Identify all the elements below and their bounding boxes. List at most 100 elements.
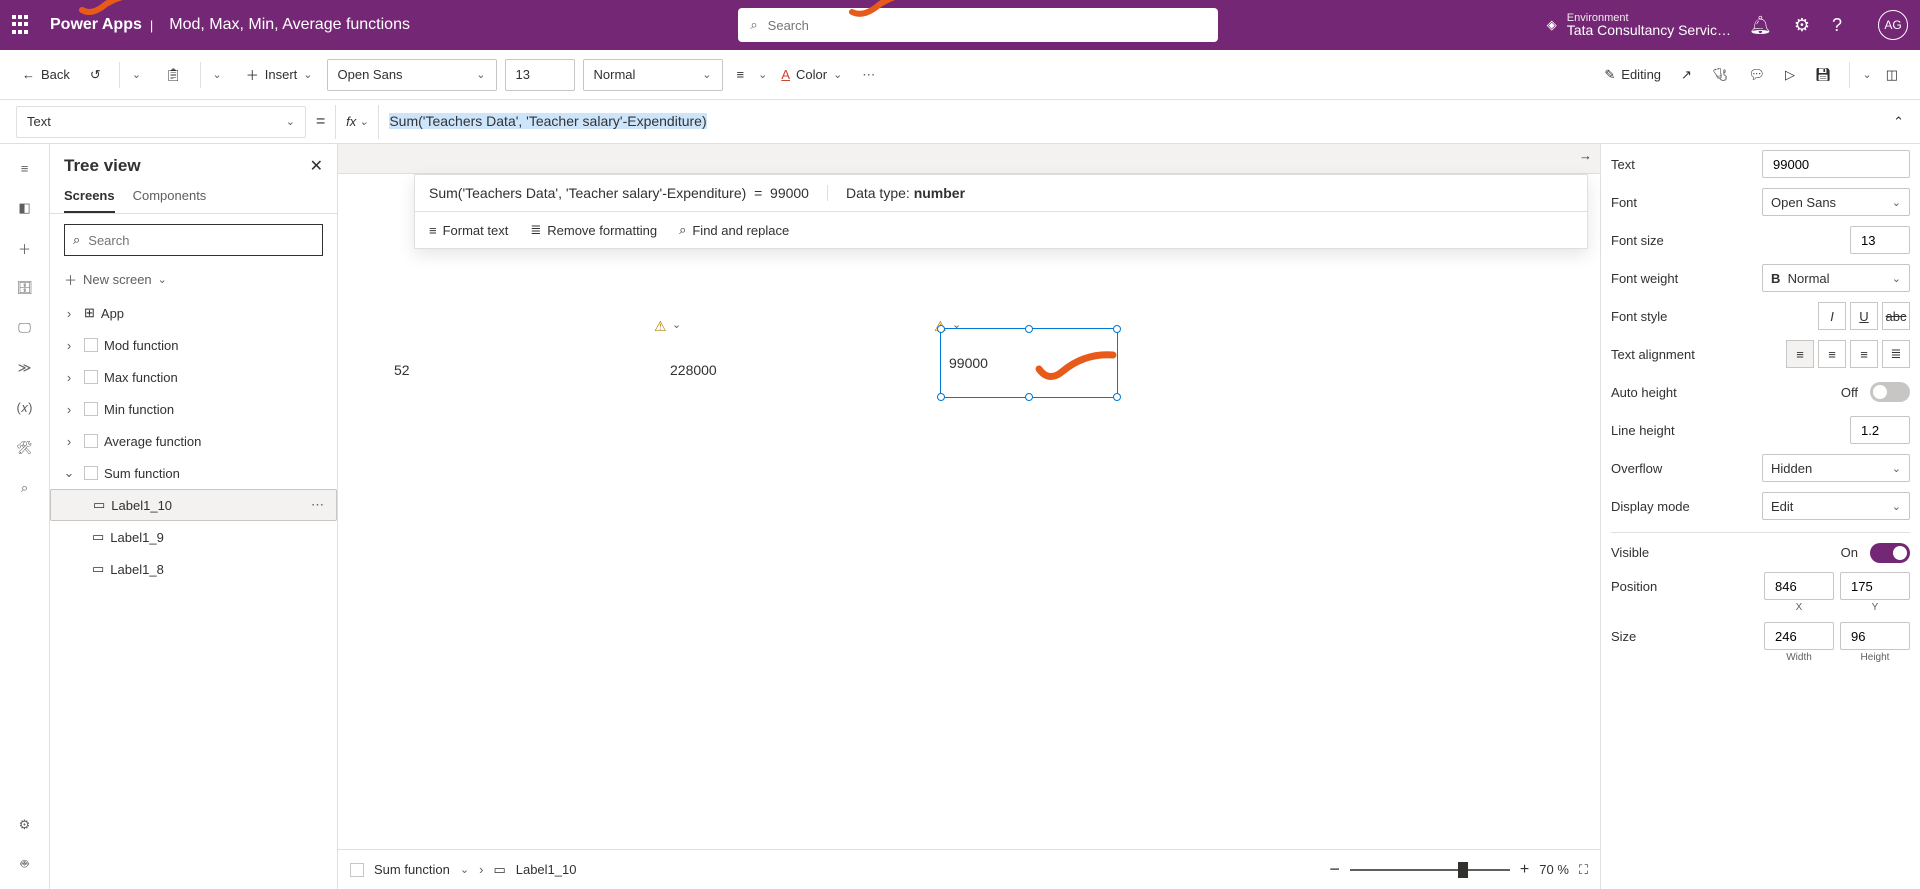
tree-node-mod[interactable]: ›Mod function [50, 329, 337, 361]
hamburger-icon[interactable]: ≡ [15, 158, 35, 178]
power-automate-icon[interactable]: ≫ [15, 358, 35, 378]
search-input[interactable] [766, 17, 1207, 34]
selected-control[interactable]: 99000 [940, 328, 1118, 398]
breadcrumb-control[interactable]: Label1_10 [516, 862, 577, 877]
underline-button[interactable]: U [1850, 302, 1878, 330]
environment-picker[interactable]: ◈ Environment Tata Consultancy Servic… [1547, 12, 1731, 38]
prop-y-input[interactable] [1840, 572, 1910, 600]
align-center-button[interactable]: ≡ [1818, 340, 1846, 368]
prop-width-input[interactable] [1764, 622, 1834, 650]
font-weight-selector[interactable]: Normal⌄ [583, 59, 723, 91]
help-icon[interactable]: ? [1832, 15, 1842, 36]
prop-x-input[interactable] [1764, 572, 1834, 600]
environment-label: Environment [1567, 12, 1731, 24]
font-size-selector[interactable]: 13 [505, 59, 575, 91]
paste-button[interactable]: 📋︎ [159, 63, 188, 87]
zoom-slider[interactable] [1350, 869, 1510, 871]
list-chevron[interactable]: ⌄ [758, 68, 767, 81]
fx-button[interactable]: fx ⌄ [335, 105, 379, 139]
tab-screens[interactable]: Screens [64, 180, 115, 213]
align-right-button[interactable]: ≡ [1850, 340, 1878, 368]
font-selector[interactable]: Open Sans⌄ [327, 59, 497, 91]
tab-components[interactable]: Components [133, 180, 207, 213]
more-icon[interactable]: ⋯ [856, 63, 881, 87]
tree-node-app[interactable]: ›⊞App [50, 297, 337, 329]
comments-icon[interactable]: 💬︎ [1742, 63, 1771, 87]
zoom-in-button[interactable]: + [1520, 861, 1529, 879]
undo-button[interactable]: ↺ [84, 63, 107, 87]
align-justify-button[interactable]: ≣ [1882, 340, 1910, 368]
tree-node-sum[interactable]: ⌄Sum function [50, 457, 337, 489]
editing-mode[interactable]: ✎ Editing [1598, 63, 1667, 87]
fit-screen-icon[interactable]: ⛶ [1579, 862, 1588, 878]
format-text-button[interactable]: ≡Format text [429, 222, 508, 238]
search-rail-icon[interactable]: ⌕ [15, 478, 35, 498]
warning-chevron[interactable]: ⌄ [672, 318, 681, 331]
close-icon[interactable]: ✕ [310, 156, 323, 176]
font-color-button[interactable]: A Color ⌄ [775, 63, 848, 86]
canvas-label-52[interactable]: 52 [394, 362, 410, 378]
checkbox[interactable] [350, 863, 364, 877]
prop-font-select[interactable]: Open Sans⌄ [1762, 188, 1910, 216]
tree-view-icon[interactable]: ◧ [15, 198, 35, 218]
autoheight-toggle[interactable] [1870, 382, 1910, 402]
search-box[interactable]: ⌕ [738, 8, 1218, 42]
settings-icon[interactable]: ⚙ [1794, 15, 1810, 36]
prop-displaymode-select[interactable]: Edit⌄ [1762, 492, 1910, 520]
prop-height-input[interactable] [1840, 622, 1910, 650]
tree-search-input[interactable] [86, 232, 314, 249]
settings-rail-icon[interactable]: ⚙ [15, 815, 35, 835]
variables-icon[interactable]: (𝑥) [15, 398, 35, 418]
tree-node-label1-8[interactable]: ▭Label1_8 [50, 553, 337, 585]
property-selector[interactable]: Text ⌄ [16, 106, 306, 138]
breadcrumb-screen[interactable]: Sum function [374, 862, 450, 877]
canvas-label-228000[interactable]: 228000 [670, 362, 717, 378]
new-screen-button[interactable]: ＋ New screen ⌄ [50, 266, 337, 297]
italic-button[interactable]: I [1818, 302, 1846, 330]
publish-icon[interactable]: ◫ [1880, 63, 1904, 87]
list-icon[interactable]: ≡ [731, 63, 751, 86]
prop-overflow-select[interactable]: Hidden⌄ [1762, 454, 1910, 482]
waffle-icon[interactable] [12, 15, 32, 35]
back-button[interactable]: ← Back [16, 63, 76, 86]
insert-button[interactable]: ＋ Insert ⌄ [240, 61, 319, 88]
tools-icon[interactable]: 🛠︎ [15, 438, 35, 458]
tree-node-label1-9[interactable]: ▭Label1_9 [50, 521, 337, 553]
zoom-out-button[interactable]: − [1329, 859, 1340, 880]
share-icon[interactable]: ↗ [1675, 63, 1698, 87]
strikethrough-button[interactable]: abc [1882, 302, 1910, 330]
undo-chevron[interactable]: ⌄ [132, 68, 141, 81]
prop-fontsize-input[interactable] [1850, 226, 1910, 254]
save-chevron[interactable]: ⌄ [1862, 68, 1871, 81]
prop-text-input[interactable] [1762, 150, 1910, 178]
tree-node-label1-10[interactable]: ▭Label1_10 ⋯ [50, 489, 337, 521]
align-left-button[interactable]: ≡ [1786, 340, 1814, 368]
save-icon[interactable]: 💾︎ [1809, 63, 1838, 87]
scroll-right-icon[interactable]: → [1571, 144, 1600, 173]
prop-lineheight-input[interactable] [1850, 416, 1910, 444]
tree-node-min[interactable]: ›Min function [50, 393, 337, 425]
prop-fontweight-select[interactable]: B Normal⌄ [1762, 264, 1910, 292]
warning-icon[interactable] [654, 318, 667, 335]
user-avatar[interactable]: AG [1878, 10, 1908, 40]
app-name[interactable]: Power Apps [50, 16, 142, 34]
insert-pane-icon[interactable]: ＋ [15, 238, 35, 258]
visible-toggle[interactable] [1870, 543, 1910, 563]
checker-icon[interactable]: 🩺︎ [1706, 63, 1735, 87]
tree-search[interactable]: ⌕ [64, 224, 323, 256]
expand-formula-icon[interactable]: ⌃ [1893, 114, 1904, 130]
notifications-icon[interactable]: 🔔︎ [1749, 15, 1772, 36]
find-replace-button[interactable]: ⌕Find and replace [679, 222, 789, 238]
formula-input[interactable]: Sum('Teachers Data', 'Teacher salary'-Ex… [389, 113, 1883, 131]
preview-icon[interactable]: ▷ [1779, 63, 1801, 87]
plus-icon: ＋ [64, 270, 77, 289]
paste-chevron[interactable]: ⌄ [213, 68, 222, 81]
more-icon[interactable]: ⋯ [311, 497, 326, 513]
remove-formatting-button[interactable]: ≣Remove formatting [530, 222, 657, 238]
tree-node-max[interactable]: ›Max function [50, 361, 337, 393]
data-icon[interactable]: 🗄︎ [15, 278, 35, 298]
design-canvas[interactable]: 52 ⌄ 228000 ⌄ 99000 [338, 314, 1600, 849]
tree-node-average[interactable]: ›Average function [50, 425, 337, 457]
virtual-agent-icon[interactable]: 🤖︎ [15, 855, 35, 875]
media-icon[interactable]: 🖵︎ [15, 318, 35, 338]
